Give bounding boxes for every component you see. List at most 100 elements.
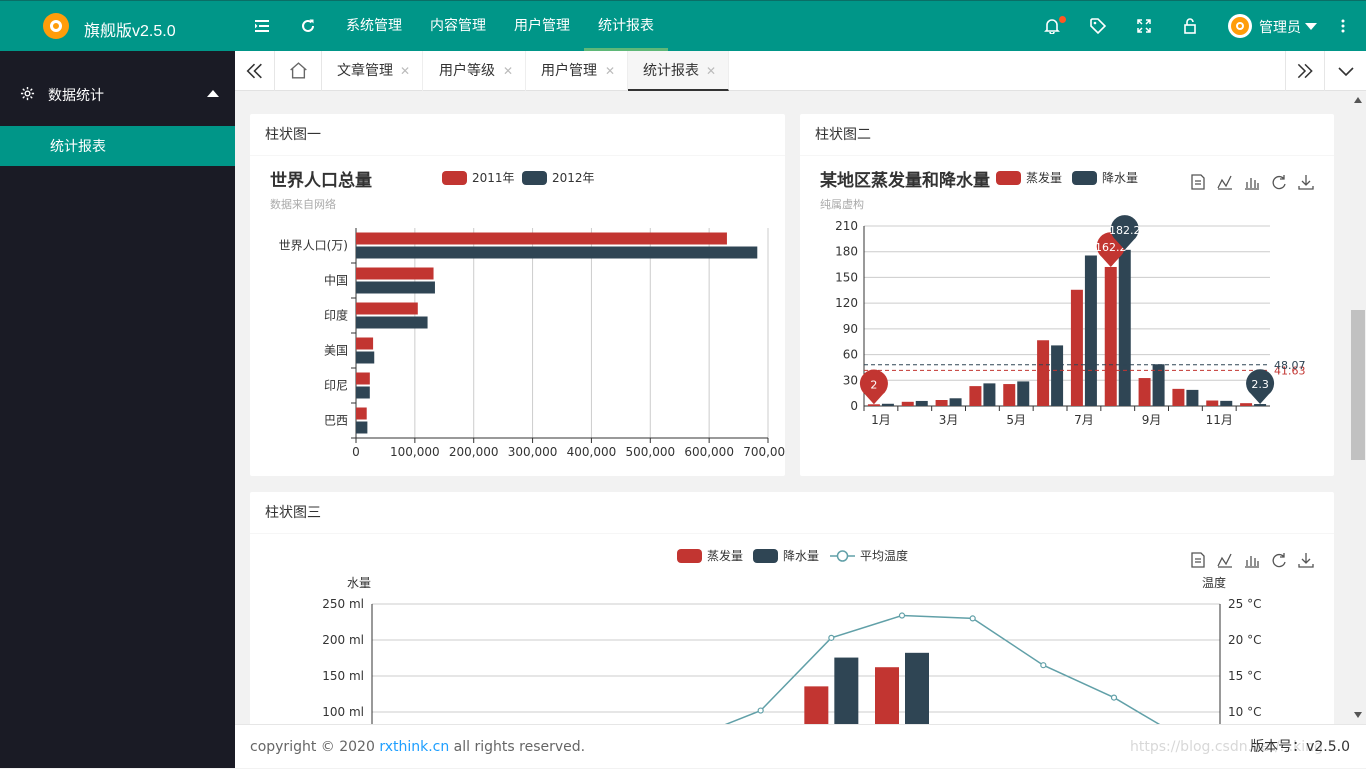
bar-2011 <box>356 407 367 420</box>
logo[interactable]: 旗舰版v2.5.0 <box>0 1 235 51</box>
y-tick-label: 印度 <box>324 308 348 323</box>
bar-evaporation <box>1240 403 1253 406</box>
bar-evaporation <box>1138 378 1151 406</box>
tab-user-levels[interactable]: 用户等级 ✕ <box>424 51 526 91</box>
restore-icon[interactable] <box>1272 175 1286 190</box>
bar-evaporation <box>1070 289 1083 406</box>
bar-precipitation <box>1220 400 1233 406</box>
y-tick-label: 60 <box>843 348 858 362</box>
line-switch-icon[interactable] <box>1217 553 1232 568</box>
y-tick-label: 120 <box>835 296 858 310</box>
bar-evaporation <box>804 686 829 724</box>
legend-label: 降水量 <box>783 549 819 563</box>
line-switch-icon[interactable] <box>1217 175 1232 190</box>
refresh-icon[interactable] <box>300 18 316 34</box>
copyright-suffix: all rights reserved. <box>449 739 586 755</box>
y-axis-name: 水量 <box>347 576 371 590</box>
chart-subtitle: 纯属虚构 <box>820 197 864 211</box>
card-title: 柱状图三 <box>250 492 1334 534</box>
scroll-up-icon[interactable] <box>1354 97 1362 103</box>
y-tick-label: 印尼 <box>324 379 348 393</box>
user-name[interactable]: 管理员 <box>1259 17 1301 37</box>
copyright-link[interactable]: rxthink.cn <box>379 739 449 755</box>
nav-content[interactable]: 内容管理 <box>416 1 500 51</box>
close-icon[interactable]: ✕ <box>706 51 716 91</box>
x-tick-label: 300,000 <box>508 445 558 459</box>
bar-evaporation <box>1206 400 1219 406</box>
nav-users[interactable]: 用户管理 <box>500 1 584 51</box>
bar-precipitation <box>1186 389 1199 406</box>
card-title: 柱状图一 <box>250 114 785 156</box>
nav-reports[interactable]: 统计报表 <box>584 1 668 51</box>
legend-swatch <box>522 171 547 185</box>
bell-icon[interactable] <box>1044 18 1060 34</box>
bar-switch-icon[interactable] <box>1245 178 1259 190</box>
close-icon[interactable]: ✕ <box>503 51 513 91</box>
tab-reports[interactable]: 统计报表 ✕ <box>628 51 729 91</box>
x-tick-label: 600,000 <box>684 445 734 459</box>
scroll-down-icon[interactable] <box>1354 712 1362 718</box>
legend-label: 平均温度 <box>860 548 908 563</box>
sidebar-item-report[interactable]: 统计报表 <box>0 126 235 166</box>
caret-down-icon[interactable] <box>1305 23 1317 31</box>
chevrons-left-icon[interactable] <box>235 51 275 91</box>
y-tick-label: 巴西 <box>324 414 348 428</box>
bar-2011 <box>356 232 727 245</box>
y-tick-label: 100 ml <box>322 705 364 719</box>
close-icon[interactable]: ✕ <box>605 51 615 91</box>
bar-evaporation <box>1037 340 1050 406</box>
chevrons-right-icon[interactable] <box>1285 51 1325 91</box>
app-title: 旗舰版v2.5.0 <box>84 23 176 40</box>
legend-label: 2012年 <box>552 171 595 185</box>
sidebar-group-stats[interactable]: 数据统计 <box>0 72 235 117</box>
notification-dot <box>1059 16 1066 23</box>
lock-icon[interactable] <box>1182 18 1198 34</box>
x-tick-label: 3月 <box>939 413 959 427</box>
scroll-thumb[interactable] <box>1351 310 1365 460</box>
data-view-icon[interactable] <box>1191 174 1205 190</box>
bar-evaporation <box>969 386 982 406</box>
chart-world-population: 世界人口总量数据来自网络 2011年 2012年 0 100,000 200,000 300… <box>270 170 793 459</box>
tag-icon[interactable] <box>1090 18 1106 34</box>
x-tick-label: 200,000 <box>449 445 499 459</box>
x-tick-label: 5月 <box>1006 413 1026 427</box>
bar-switch-icon[interactable] <box>1245 556 1259 568</box>
data-view-icon[interactable] <box>1191 552 1205 568</box>
tab-label: 用户等级 <box>439 63 495 79</box>
save-image-icon[interactable] <box>1298 553 1314 568</box>
fullscreen-icon[interactable] <box>1136 18 1152 34</box>
legend-swatch <box>677 549 702 563</box>
bar-2011 <box>356 372 370 385</box>
home-icon[interactable] <box>275 51 322 91</box>
version-text: 版本号：v2.5.0 <box>1250 739 1350 755</box>
caret-up-icon <box>207 90 219 97</box>
x-tick-label: 700,000 <box>743 445 785 459</box>
menu-fold-icon[interactable] <box>254 18 270 34</box>
chevron-down-icon[interactable] <box>1326 51 1366 91</box>
bar-precipitation <box>1017 381 1030 406</box>
bar-precipitation <box>983 383 996 406</box>
avatar[interactable] <box>1228 14 1252 38</box>
scrollbar[interactable] <box>1350 92 1366 724</box>
bar-precipitation <box>1254 404 1267 406</box>
bar-2012 <box>356 386 370 399</box>
top-header: 旗舰版v2.5.0 系统管理 内容管理 用户管理 统计报表 管理员 <box>0 0 1366 51</box>
tab-bar: 文章管理 ✕ 用户等级 ✕ 用户管理 ✕ 统计报表 ✕ <box>235 51 1366 91</box>
nav-system[interactable]: 系统管理 <box>332 1 416 51</box>
save-image-icon[interactable] <box>1298 175 1314 190</box>
bar-evaporation <box>867 404 880 406</box>
y-tick-label: 90 <box>843 322 858 336</box>
tab-articles[interactable]: 文章管理 ✕ <box>322 51 423 91</box>
restore-icon[interactable] <box>1272 553 1286 568</box>
tab-users[interactable]: 用户管理 ✕ <box>526 51 628 91</box>
close-icon[interactable]: ✕ <box>400 51 410 91</box>
chart-card-1: 柱状图一 世界人口总量 数据来自网络 2011年 2012年 0 100,000 200,0… <box>250 114 793 476</box>
more-vertical-icon[interactable] <box>1336 18 1350 34</box>
mark-point-label: 2.3 <box>1251 378 1269 391</box>
y-tick-label: 中国 <box>324 273 348 288</box>
top-nav: 系统管理 内容管理 用户管理 统计报表 <box>332 1 668 51</box>
bar-2012 <box>356 421 368 434</box>
tab-label: 统计报表 <box>643 63 699 79</box>
temperature-point <box>898 612 906 619</box>
bar-precipitation <box>1051 345 1064 406</box>
